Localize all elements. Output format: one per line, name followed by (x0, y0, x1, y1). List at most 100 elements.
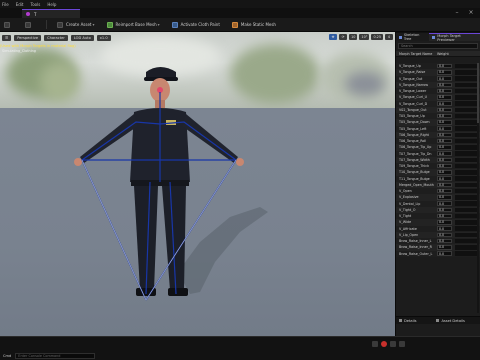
weight-slider[interactable] (455, 163, 477, 169)
weight-slider[interactable] (455, 232, 477, 238)
column-morph-name[interactable]: Morph Target Name (396, 52, 437, 56)
weight-field[interactable]: 0.0 (437, 151, 452, 156)
weight-field[interactable]: 0.0 (437, 176, 452, 181)
weight-field[interactable]: 0.0 (437, 220, 452, 225)
weight-slider[interactable] (455, 251, 477, 256)
weight-field[interactable]: 0.0 (437, 95, 452, 100)
weight-field[interactable]: 0.0 (437, 188, 452, 194)
weight-slider[interactable] (455, 226, 477, 231)
weight-slider[interactable] (455, 101, 477, 106)
translate-tool-icon[interactable]: ✥ (329, 34, 338, 40)
menu-tools[interactable]: Tools (30, 2, 40, 7)
weight-field[interactable]: 0.0 (437, 138, 452, 144)
weight-field[interactable]: 0.0 (437, 201, 452, 206)
weight-field[interactable]: 0.0 (437, 163, 452, 169)
weight-slider[interactable] (455, 138, 477, 144)
weight-field[interactable]: 0.0 (437, 76, 452, 81)
tab-asset-details[interactable]: Asset Details (436, 319, 465, 323)
weight-slider[interactable] (455, 182, 477, 188)
weight-slider[interactable] (455, 126, 477, 131)
column-weight[interactable]: Weight (437, 52, 457, 56)
weight-slider[interactable] (455, 151, 477, 156)
viewport-menu-button[interactable]: ☰ (2, 34, 12, 41)
perspective-button[interactable]: Perspective (14, 34, 42, 41)
weight-slider[interactable] (455, 70, 477, 75)
weight-slider[interactable] (455, 170, 477, 175)
weight-slider[interactable] (455, 238, 477, 244)
weight-slider[interactable] (455, 82, 477, 88)
make-static-mesh-button[interactable]: Make Static Mesh (231, 21, 276, 28)
browse-button[interactable] (25, 21, 34, 28)
weight-field[interactable]: 0.0 (437, 157, 452, 163)
reimport-base-mesh-button[interactable]: Reimport Base Mesh ▾ (106, 21, 160, 28)
weight-field[interactable]: 0.0 (437, 63, 452, 69)
weight-slider[interactable] (455, 132, 477, 138)
weight-field[interactable]: 0.0 (437, 251, 452, 256)
weight-slider[interactable] (455, 157, 477, 163)
tab-details[interactable]: Details (399, 319, 416, 323)
document-tab[interactable]: T (22, 9, 80, 18)
rotation-snap-button[interactable]: 10° (359, 34, 370, 40)
weight-field[interactable]: 0.0 (437, 70, 452, 75)
create-asset-button[interactable]: Create Asset ▾ (57, 21, 95, 28)
weight-slider[interactable] (455, 176, 477, 181)
tab-skeleton-tree[interactable]: Skeleton Tree (396, 33, 430, 41)
weight-slider[interactable] (455, 195, 477, 200)
play-icon[interactable] (390, 341, 396, 347)
weight-field[interactable]: 0.0 (437, 207, 452, 213)
weight-slider[interactable] (455, 95, 477, 100)
scrollbar-thumb[interactable] (477, 63, 479, 123)
weight-slider[interactable] (455, 113, 477, 119)
menu-edit[interactable]: Edit (16, 2, 24, 7)
viewport[interactable]: ☰ Perspective Character LOD Auto x1.0 ✥ … (0, 32, 395, 336)
weight-field[interactable]: 0.0 (437, 213, 452, 219)
weight-slider[interactable] (455, 245, 477, 250)
weight-slider[interactable] (455, 220, 477, 225)
weight-slider[interactable] (455, 120, 477, 125)
save-button[interactable] (4, 21, 13, 28)
weight-field[interactable]: 0.0 (437, 226, 452, 231)
scrollbar[interactable] (477, 63, 479, 313)
weight-field[interactable]: 0.0 (437, 88, 452, 94)
cmd-dropdown[interactable]: Cmd (3, 354, 11, 358)
lod-button[interactable]: LOD Auto (70, 34, 94, 41)
menu-help[interactable]: Help (47, 2, 56, 7)
weight-field[interactable]: 0.0 (437, 238, 452, 244)
weight-slider[interactable] (455, 76, 477, 81)
morph-row[interactable]: Brow_Raise_Outer_L 0.0 (396, 250, 480, 257)
activate-cloth-paint-button[interactable]: Activate Cloth Paint (171, 21, 220, 28)
weight-field[interactable]: 0.0 (437, 182, 452, 188)
weight-field[interactable]: 0.0 (437, 145, 452, 150)
scale-snap-button[interactable]: 0.25 (371, 34, 383, 40)
rotate-tool-icon[interactable]: ⟳ (339, 34, 348, 40)
weight-field[interactable]: 0.0 (437, 107, 452, 113)
skip-back-icon[interactable] (372, 341, 378, 347)
weight-slider[interactable] (455, 63, 477, 69)
camera-speed-button[interactable]: 4 (385, 34, 393, 40)
weight-field[interactable]: 0.0 (437, 101, 452, 106)
weight-field[interactable]: 0.0 (437, 120, 452, 125)
weight-field[interactable]: 0.0 (437, 113, 452, 119)
weight-field[interactable]: 0.0 (437, 132, 452, 138)
weight-field[interactable]: 0.0 (437, 126, 452, 131)
weight-field[interactable]: 0.0 (437, 232, 452, 238)
weight-slider[interactable] (455, 213, 477, 219)
search-input[interactable]: Search (398, 43, 478, 49)
weight-slider[interactable] (455, 188, 477, 194)
weight-slider[interactable] (455, 201, 477, 206)
tab-morph-target-previewer[interactable]: Morph Target Previewer (429, 33, 480, 42)
record-icon[interactable] (381, 341, 387, 347)
weight-field[interactable]: 0.0 (437, 82, 452, 88)
weight-field[interactable]: 0.0 (437, 245, 452, 250)
weight-slider[interactable] (455, 88, 477, 94)
console-input[interactable]: Enter Console Command (15, 352, 96, 359)
grid-snap-button[interactable]: 10 (349, 34, 358, 40)
weight-field[interactable]: 0.0 (437, 170, 452, 175)
character-button[interactable]: Character (44, 34, 68, 41)
weight-slider[interactable] (455, 207, 477, 213)
weight-slider[interactable] (455, 145, 477, 150)
skip-forward-icon[interactable] (399, 341, 405, 347)
weight-slider[interactable] (455, 107, 477, 113)
menu-file[interactable]: File (2, 2, 9, 7)
playback-speed-button[interactable]: x1.0 (96, 34, 111, 41)
